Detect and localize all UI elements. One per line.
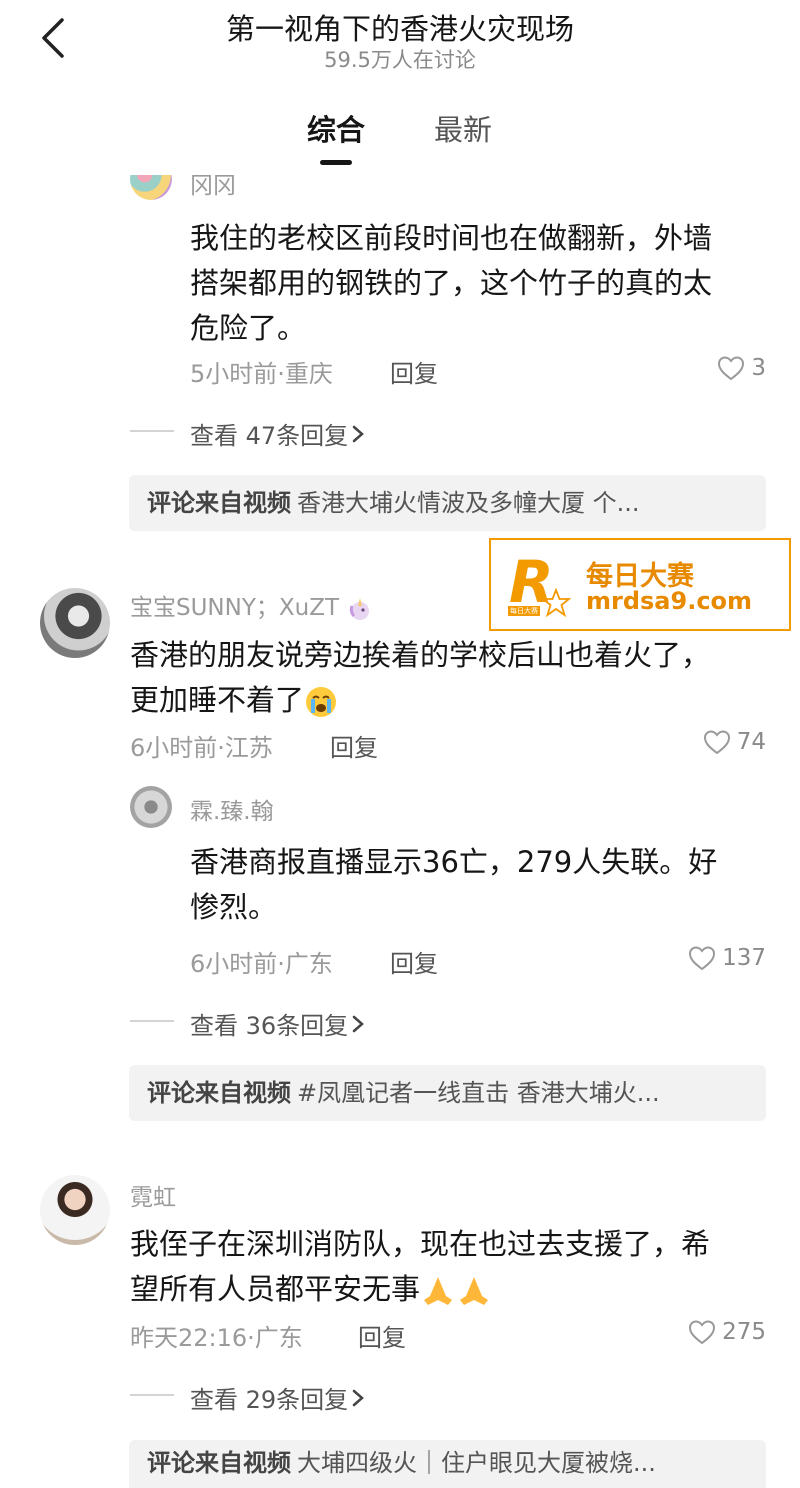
unicorn-emoji [350, 597, 370, 620]
active-tab-indicator [320, 160, 352, 165]
reply-button[interactable]: 回复 [390, 354, 438, 389]
video-source-box[interactable]: 评论来自视频 #凤凰记者一线直击 香港大埔火... [129, 1065, 766, 1121]
chevron-right-icon [352, 425, 365, 442]
watermark-badge: R 每日大赛 每日大赛 mrdsa9.com [489, 538, 791, 631]
praying-hands-emoji [424, 1277, 489, 1305]
reply-button[interactable]: 回复 [390, 944, 438, 979]
heart-outline-icon [703, 730, 730, 755]
video-source-box[interactable]: 评论来自视频 香港大埔火情波及多幢大厦 个... [129, 475, 766, 531]
comment-text: 香港商报直播显示36亡，279人失联。好 惨烈。 [190, 845, 718, 924]
like-button[interactable]: 137 [688, 945, 766, 971]
avatar[interactable] [130, 786, 172, 828]
page-title: 第一视角下的香港火灾现场 [225, 12, 574, 46]
tab-comprehensive[interactable]: 综合 [307, 107, 365, 149]
comment-time-location: 6小时前·广东 [190, 950, 333, 978]
like-count: 3 [751, 355, 766, 381]
reply-button[interactable]: 回复 [330, 728, 378, 763]
crying-face-emoji [306, 687, 337, 717]
divider [130, 430, 174, 432]
avatar[interactable] [40, 1175, 110, 1245]
like-count: 275 [722, 1319, 766, 1345]
star-outline-icon [541, 588, 571, 618]
discussion-count: 59.5万人在讨论 [324, 48, 476, 72]
comment-text: 我侄子在深圳消防队，现在也过去支援了，希 望所有人员都平安无事 [130, 1227, 711, 1306]
heart-outline-icon [718, 356, 745, 381]
reply-button[interactable]: 回复 [358, 1318, 406, 1353]
chevron-right-icon [352, 1015, 365, 1032]
view-replies-link[interactable]: 查看 47条回复 [190, 416, 368, 451]
view-replies-link[interactable]: 查看 36条回复 [190, 1006, 368, 1041]
view-replies-link[interactable]: 查看 29条回复 [190, 1380, 368, 1415]
like-count: 137 [722, 945, 766, 971]
watermark-logo-small: 每日大赛 [508, 606, 540, 616]
comment-text: 我住的老校区前段时间也在做翻新，外墙 搭架都用的钢铁的了，这个竹子的真的太 危险… [190, 221, 713, 345]
comment-username[interactable]: 霖.臻.翰 [190, 792, 274, 826]
comment-time-location: 昨天22:16·广东 [130, 1324, 303, 1352]
comment-text: 香港的朋友说旁边挨着的学校后山也着火了， 更加睡不着了 [130, 638, 711, 717]
comment-time-location: 5小时前·重庆 [190, 360, 333, 388]
avatar[interactable] [40, 588, 110, 658]
video-source-box[interactable]: 评论来自视频 大埔四级火｜住户眼见大厦被烧... [129, 1440, 766, 1488]
comment-username[interactable]: 霓虹 [130, 1178, 176, 1212]
comment-time-location: 6小时前·江苏 [130, 734, 273, 762]
tab-latest[interactable]: 最新 [434, 107, 492, 149]
heart-outline-icon [689, 1320, 716, 1345]
comment-username[interactable]: 宝宝SUNNY；XuZT [130, 588, 374, 622]
top-bar: 第一视角下的香港火灾现场 59.5万人在讨论 综合 最新 [0, 0, 800, 175]
like-button[interactable]: 3 [717, 355, 766, 381]
like-button[interactable]: 74 [703, 729, 766, 755]
divider [130, 1394, 174, 1396]
heart-outline-icon [689, 946, 716, 971]
chevron-right-icon [352, 1389, 365, 1406]
divider [130, 1020, 174, 1022]
like-button[interactable]: 275 [688, 1319, 766, 1345]
watermark-url: mrdsa9.com [586, 587, 753, 615]
like-count: 74 [736, 729, 766, 755]
